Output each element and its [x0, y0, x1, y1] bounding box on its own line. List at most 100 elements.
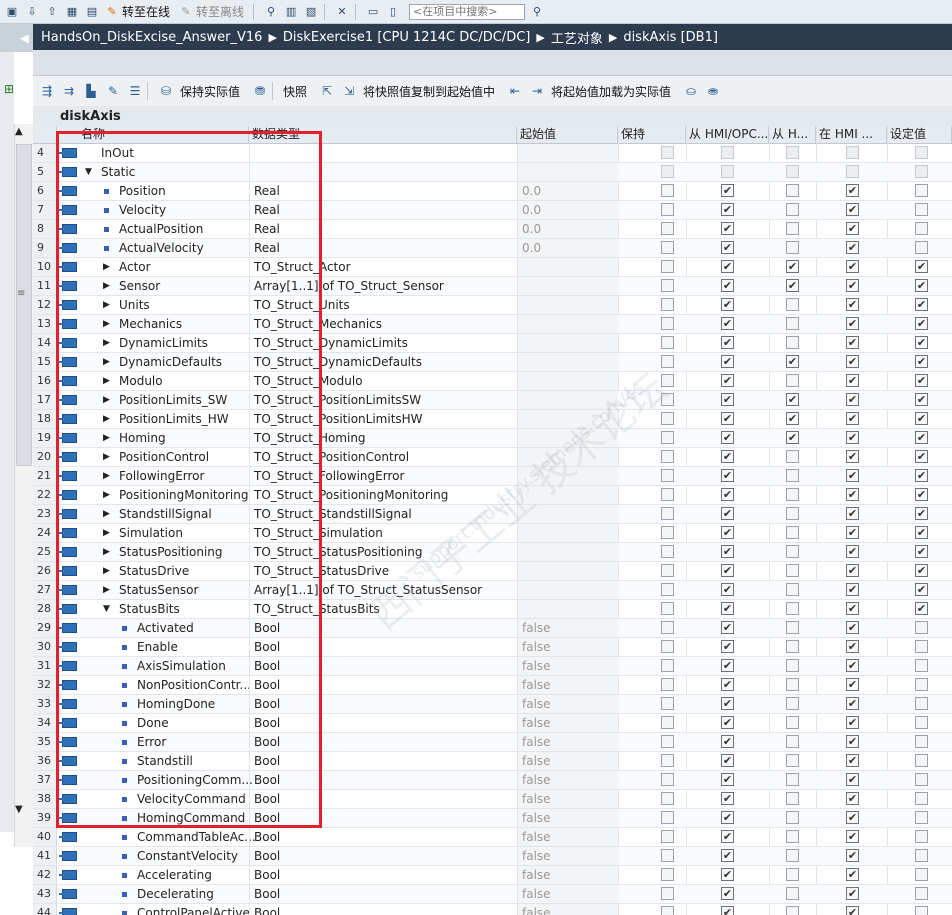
- variable-name[interactable]: Mechanics: [119, 315, 182, 333]
- variable-name[interactable]: ControlPanelActive: [137, 904, 250, 915]
- retain-checkbox[interactable]: [661, 260, 674, 273]
- start-value[interactable]: [517, 562, 618, 580]
- start-value[interactable]: [517, 448, 618, 466]
- start-value[interactable]: false: [517, 676, 618, 694]
- setpoint-checkbox[interactable]: ✔: [915, 412, 928, 425]
- go-online-icon[interactable]: ✎: [104, 4, 120, 20]
- hmi-access-checkbox[interactable]: ✔: [721, 735, 734, 748]
- variable-name[interactable]: InOut: [101, 144, 134, 162]
- data-type[interactable]: TO_Struct_Actor: [249, 258, 517, 276]
- setpoint-checkbox[interactable]: [915, 754, 928, 767]
- variable-name[interactable]: PositionLimits_SW: [119, 391, 227, 409]
- setpoint-checkbox[interactable]: [915, 735, 928, 748]
- table-row[interactable]: 44 ControlPanelActive Bool false ✔ ✔: [33, 904, 952, 915]
- setpoint-checkbox[interactable]: [915, 621, 928, 634]
- row-number[interactable]: 13: [33, 315, 57, 333]
- variable-name[interactable]: CommandTableAc...: [137, 828, 256, 846]
- setpoint-checkbox[interactable]: ✔: [915, 583, 928, 596]
- row-number[interactable]: 40: [33, 828, 57, 846]
- hmi-access-checkbox[interactable]: ✔: [721, 906, 734, 915]
- expand-icon[interactable]: ▶: [103, 277, 110, 295]
- breadcrumb-object[interactable]: diskAxis [DB1]: [623, 30, 718, 45]
- hmi-writable-checkbox[interactable]: ✔: [786, 393, 799, 406]
- row-number[interactable]: 41: [33, 847, 57, 865]
- data-type[interactable]: Bool: [249, 847, 517, 865]
- hmi-access-checkbox[interactable]: [721, 146, 734, 159]
- hmi-access-checkbox[interactable]: ✔: [721, 431, 734, 444]
- hmi-access-checkbox[interactable]: ✔: [721, 393, 734, 406]
- variable-name[interactable]: StandstillSignal: [119, 505, 212, 523]
- hmi-visible-checkbox[interactable]: ✔: [846, 203, 859, 216]
- row-number[interactable]: 37: [33, 771, 57, 789]
- table-row[interactable]: 36 Standstill Bool false ✔ ✔: [33, 752, 952, 771]
- table-row[interactable]: 8 ActualPosition Real 0.0 ✔ ✔: [33, 220, 952, 239]
- retain-checkbox[interactable]: [661, 716, 674, 729]
- hmi-visible-checkbox[interactable]: ✔: [846, 526, 859, 539]
- retain-checkbox[interactable]: [661, 203, 674, 216]
- table-row[interactable]: 25 ▶ StatusPositioning TO_Struct_StatusPosi…: [33, 543, 952, 562]
- variable-name[interactable]: PositionLimits_HW: [119, 410, 229, 428]
- hmi-visible-checkbox[interactable]: [846, 146, 859, 159]
- retain-checkbox[interactable]: [661, 830, 674, 843]
- hmi-access-checkbox[interactable]: ✔: [721, 260, 734, 273]
- hmi-visible-checkbox[interactable]: ✔: [846, 355, 859, 368]
- data-type[interactable]: TO_Struct_PositionLimitsSW: [249, 391, 517, 409]
- table-row[interactable]: 5 ▼ Static: [33, 163, 952, 182]
- hmi-visible-checkbox[interactable]: ✔: [846, 279, 859, 292]
- start-value[interactable]: false: [517, 771, 618, 789]
- setpoint-checkbox[interactable]: ✔: [915, 298, 928, 311]
- table-row[interactable]: 20 ▶ PositionControl TO_Struct_PositionCont…: [33, 448, 952, 467]
- hmi-writable-checkbox[interactable]: [786, 545, 799, 558]
- start-value[interactable]: false: [517, 828, 618, 846]
- variable-name[interactable]: HomingDone: [137, 695, 215, 713]
- retain-checkbox[interactable]: [661, 849, 674, 862]
- retain-checkbox[interactable]: [661, 317, 674, 330]
- data-type[interactable]: TO_Struct_StatusBits: [249, 600, 517, 618]
- hmi-visible-checkbox[interactable]: ✔: [846, 735, 859, 748]
- add-device-icon[interactable]: ⊞: [4, 82, 14, 96]
- hmi-access-checkbox[interactable]: ✔: [721, 526, 734, 539]
- hmi-access-checkbox[interactable]: ✔: [721, 469, 734, 482]
- data-type[interactable]: Bool: [249, 790, 517, 808]
- hmi-visible-checkbox[interactable]: ✔: [846, 450, 859, 463]
- setpoint-checkbox[interactable]: [915, 241, 928, 254]
- cross-reference-icon[interactable]: ▥: [283, 4, 299, 20]
- data-type[interactable]: TO_Struct_Units: [249, 296, 517, 314]
- hmi-visible-checkbox[interactable]: ✔: [846, 659, 859, 672]
- row-number[interactable]: 33: [33, 695, 57, 713]
- scroll-down-icon[interactable]: ▼: [15, 804, 23, 815]
- variable-name[interactable]: HomingCommand: [137, 809, 245, 827]
- data-type[interactable]: Bool: [249, 657, 517, 675]
- row-number[interactable]: 20: [33, 448, 57, 466]
- hmi-writable-checkbox[interactable]: [786, 184, 799, 197]
- start-value[interactable]: false: [517, 790, 618, 808]
- retain-checkbox[interactable]: [661, 564, 674, 577]
- expand-icon[interactable]: ▶: [103, 562, 110, 580]
- hmi-writable-checkbox[interactable]: [786, 146, 799, 159]
- retain-checkbox[interactable]: [661, 165, 674, 178]
- row-number[interactable]: 9: [33, 239, 57, 257]
- expand-icon[interactable]: ▶: [103, 372, 110, 390]
- edit-icon[interactable]: ✎: [105, 83, 121, 99]
- hmi-access-checkbox[interactable]: ✔: [721, 678, 734, 691]
- hmi-access-checkbox[interactable]: ✔: [721, 602, 734, 615]
- variable-name[interactable]: Accelerating: [137, 866, 212, 884]
- setpoint-checkbox[interactable]: [915, 811, 928, 824]
- monitor-icon[interactable]: ⛁: [158, 83, 174, 99]
- data-type[interactable]: Real: [249, 182, 517, 200]
- split-vertical-icon[interactable]: ▯: [385, 4, 401, 20]
- setpoint-checkbox[interactable]: ✔: [915, 279, 928, 292]
- row-number[interactable]: 35: [33, 733, 57, 751]
- data-type[interactable]: TO_Struct_StatusDrive: [249, 562, 517, 580]
- keep-actual-button[interactable]: 保持实际值: [180, 83, 240, 100]
- save-icon[interactable]: ▣: [4, 4, 20, 20]
- row-number[interactable]: 36: [33, 752, 57, 770]
- snapshot-compare-icon[interactable]: ⇲: [341, 83, 357, 99]
- hmi-access-checkbox[interactable]: ✔: [721, 507, 734, 520]
- data-type[interactable]: Bool: [249, 638, 517, 656]
- hmi-writable-checkbox[interactable]: [786, 621, 799, 634]
- retain-checkbox[interactable]: [661, 773, 674, 786]
- row-number[interactable]: 30: [33, 638, 57, 656]
- row-number[interactable]: 27: [33, 581, 57, 599]
- retain-checkbox[interactable]: [661, 222, 674, 235]
